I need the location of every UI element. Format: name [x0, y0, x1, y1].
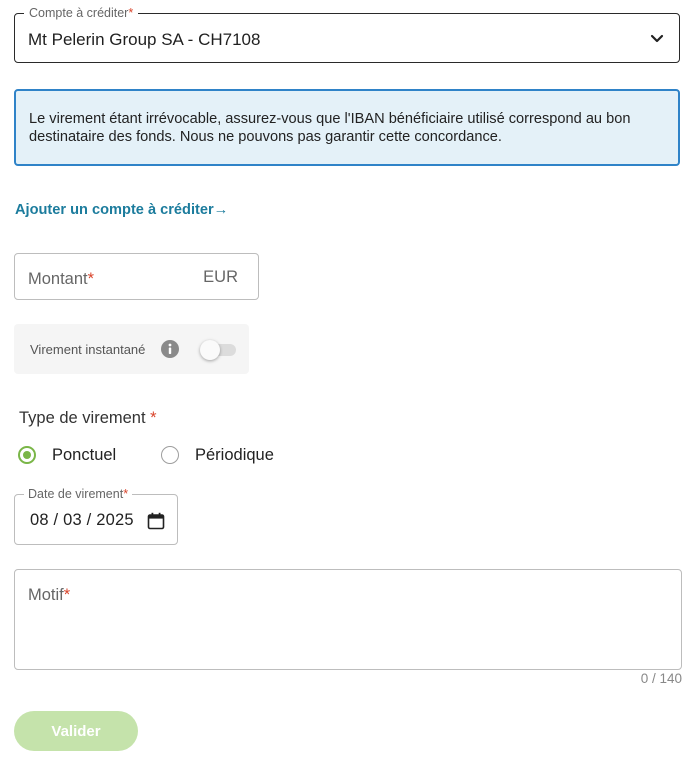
info-banner: Le virement étant irrévocable, assurez-v… — [14, 89, 680, 166]
add-account-link[interactable]: Ajouter un compte à créditer→ — [15, 202, 228, 218]
instant-transfer-label: Virement instantané — [30, 342, 146, 357]
transfer-type-title: Type de virement * — [19, 409, 157, 427]
transfer-date-value: 08 / 03 / 2025 — [30, 511, 134, 529]
transfer-date-field[interactable]: Date de virement* 08 / 03 / 2025 — [14, 487, 178, 545]
amount-label: Montant* — [28, 270, 95, 288]
account-select-value: Mt Pelerin Group SA - CH7108 — [28, 30, 261, 49]
radio-ponctuel[interactable]: Ponctuel — [18, 444, 116, 466]
transfer-date-label: Date de virement* — [24, 487, 133, 501]
instant-transfer-toggle[interactable] — [200, 340, 238, 360]
radio-periodique[interactable]: Périodique — [161, 444, 274, 466]
chevron-down-icon — [650, 34, 664, 43]
radio-periodique-label: Périodique — [195, 445, 274, 464]
info-icon[interactable] — [161, 340, 179, 358]
account-select[interactable]: Compte à créditer* Mt Pelerin Group SA -… — [14, 6, 680, 63]
motif-textarea[interactable]: Motif* — [14, 569, 682, 670]
radio-unchecked-icon — [161, 446, 179, 464]
currency-label: EUR — [203, 268, 238, 286]
radio-checked-icon — [18, 446, 36, 464]
info-banner-text: Le virement étant irrévocable, assurez-v… — [29, 111, 631, 145]
motif-label: Motif* — [28, 586, 71, 604]
instant-transfer-row: Virement instantané — [14, 324, 249, 374]
calendar-icon[interactable] — [147, 512, 165, 530]
account-select-label: Compte à créditer* — [24, 6, 139, 20]
radio-ponctuel-label: Ponctuel — [52, 445, 117, 464]
motif-char-counter: 0 / 140 — [640, 671, 682, 686]
toggle-thumb — [200, 340, 220, 360]
amount-field[interactable]: Montant* EUR — [14, 253, 259, 300]
submit-button[interactable]: Valider — [14, 711, 138, 751]
